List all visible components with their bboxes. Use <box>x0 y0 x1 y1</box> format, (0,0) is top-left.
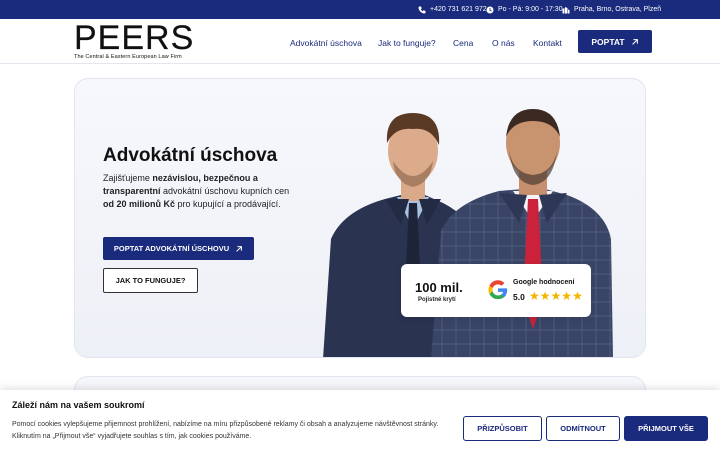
hero-title: Advokátní úschova <box>103 145 278 166</box>
hero-description: Zajišťujeme nezávislou, bezpečnou a tran… <box>103 173 290 210</box>
nav-o-nas[interactable]: O nás <box>492 38 515 48</box>
jak-to-funguje-button[interactable]: JAK TO FUNGUJE? <box>103 268 198 293</box>
cookie-title: Záleží nám na vašem soukromí <box>12 400 145 410</box>
cookie-consent-bar: Záleží nám na vašem soukromí Pomocí cook… <box>0 390 720 450</box>
phone-number[interactable]: +420 731 621 972 <box>430 6 487 13</box>
cookie-customize-button[interactable]: PŘIZPŮSOBIT <box>463 416 542 441</box>
logo-tagline: The Central & Eastern European Law Firm <box>74 54 182 60</box>
nav-jak-to-funguje[interactable]: Jak to funguje? <box>378 38 436 48</box>
nav-kontakt[interactable]: Kontakt <box>533 38 562 48</box>
poptat-button[interactable]: POPTAT <box>578 30 652 53</box>
locations-info: Praha, Brno, Ostrava, Plzeň <box>562 0 661 19</box>
buildings-icon <box>562 6 570 13</box>
poptat-label: POPTAT <box>591 36 625 47</box>
poptat-uschovu-label: POPTAT ADVOKÁTNÍ ÚSCHOVU <box>113 244 230 253</box>
cookie-reject-button[interactable]: ODMÍTNOUT <box>546 416 620 441</box>
google-rating-title: Google hodnocení <box>513 279 575 286</box>
star-icon: ★ <box>561 289 573 303</box>
site-header: PEERS The Central & Eastern European Law… <box>0 19 720 64</box>
insurance-value: 100 mil. <box>415 280 463 295</box>
poptat-uschovu-button[interactable]: POPTAT ADVOKÁTNÍ ÚSCHOVU <box>103 237 254 260</box>
opening-hours: Po - Pá: 9:00 - 17:30 <box>498 6 563 13</box>
nav-advokatni-uschova[interactable]: Advokátní úschova <box>290 38 362 48</box>
phone-icon <box>418 6 426 13</box>
rating-badge: 100 mil. Pojistné krytí Google hodnocení… <box>401 264 591 317</box>
top-bar: +420 731 621 972 Po - Pá: 9:00 - 17:30 P… <box>0 0 720 19</box>
hero-card: Advokátní úschova Zajišťujeme nezávislou… <box>74 78 646 358</box>
clock-icon <box>486 6 494 13</box>
person-right <box>431 109 613 357</box>
star-icon: ★ <box>550 289 562 303</box>
office-locations: Praha, Brno, Ostrava, Plzeň <box>574 6 662 13</box>
star-icon: ★ <box>529 289 540 303</box>
peers-logo[interactable]: PEERS The Central & Eastern European Law… <box>74 19 194 60</box>
google-rating-score: 5.0 <box>513 292 525 302</box>
nav-cena[interactable]: Cena <box>453 38 473 48</box>
arrow-up-right-icon <box>631 38 638 45</box>
star-icon: ★ <box>539 289 551 303</box>
google-g-icon <box>488 280 508 300</box>
cookie-accept-button[interactable]: PŘIJMOUT VŠE <box>624 416 708 441</box>
arrow-up-right-icon <box>236 245 243 252</box>
phone-info[interactable]: +420 731 621 972 <box>418 0 487 19</box>
logo-wordmark: PEERS <box>74 19 195 57</box>
cookie-text: Pomocí cookies vylepšujeme přijemnost pr… <box>12 421 439 440</box>
rating-stars: ★ ★ ★ ★ ★ <box>529 290 583 302</box>
insurance-caption: Pojistné krytí <box>418 297 456 303</box>
hours-info: Po - Pá: 9:00 - 17:30 <box>486 0 563 19</box>
star-icon: ★ <box>572 289 583 303</box>
lawyers-photo <box>323 109 613 357</box>
